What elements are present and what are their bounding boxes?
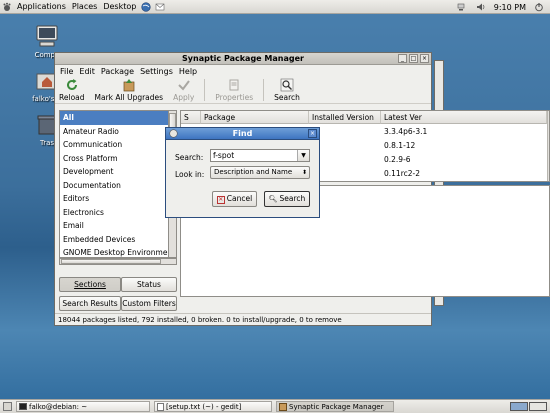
table-cell-latest-version[interactable]: 0.2.9-6: [381, 153, 411, 166]
reload-icon: [66, 79, 77, 90]
apply-check-icon: [177, 80, 190, 91]
reload-button[interactable]: Reload: [59, 78, 85, 103]
sections-list[interactable]: All Amateur Radio Communication Cross Pl…: [59, 110, 172, 258]
section-item[interactable]: Embedded Devices: [60, 233, 171, 247]
places-menu[interactable]: Places: [69, 0, 100, 14]
sections-filter-button[interactable]: Sections: [59, 277, 121, 292]
menu-settings[interactable]: Settings: [137, 67, 176, 76]
search-toolbar-button[interactable]: Search: [274, 78, 300, 103]
find-close-button[interactable]: ×: [308, 129, 317, 138]
scroll-thumb[interactable]: [61, 259, 161, 264]
section-item[interactable]: Email: [60, 219, 171, 233]
synaptic-icon: [279, 402, 287, 411]
menu-package[interactable]: Package: [98, 67, 137, 76]
column-header-package[interactable]: Package: [201, 111, 309, 124]
search-icon: 🔍︎: [268, 195, 278, 203]
upgrade-icon: [123, 79, 135, 92]
toolbar-separator: [204, 79, 206, 101]
toolbar: Reload Mark All Upgrades Apply Propertie…: [55, 77, 431, 104]
window-title: Synaptic Package Manager: [182, 54, 304, 63]
volume-icon[interactable]: [476, 2, 486, 12]
status-bar: 18044 packages listed, 792 installed, 0 …: [55, 313, 431, 325]
synaptic-titlebar[interactable]: Synaptic Package Manager _ □ ×: [55, 53, 431, 65]
find-dialog-title: Find: [232, 129, 253, 138]
terminal-icon: [19, 403, 27, 410]
maximize-button[interactable]: □: [409, 54, 418, 63]
section-item[interactable]: Electronics: [60, 206, 171, 220]
bottom-taskbar: falko@debian: ~ [setup.txt (~) - gedit] …: [0, 399, 550, 413]
lookin-label: Look in:: [175, 170, 205, 179]
menu-edit[interactable]: Edit: [76, 67, 98, 76]
column-header-status[interactable]: S: [181, 111, 201, 124]
section-item[interactable]: Documentation: [60, 179, 171, 193]
section-item[interactable]: Communication: [60, 138, 171, 152]
minimize-button[interactable]: _: [398, 54, 407, 63]
taskbar-item-gedit[interactable]: [setup.txt (~) - gedit]: [154, 401, 272, 412]
column-header-installed-version[interactable]: Installed Version: [309, 111, 381, 124]
cancel-button[interactable]: ✕ Cancel: [212, 191, 257, 207]
mark-all-upgrades-button[interactable]: Mark All Upgrades: [95, 78, 163, 103]
taskbar-item-terminal[interactable]: falko@debian: ~: [16, 401, 150, 412]
workspace-switcher-1[interactable]: [510, 402, 528, 411]
clock[interactable]: 9:10 PM: [494, 3, 526, 12]
show-desktop-icon[interactable]: [3, 402, 12, 411]
properties-icon: [229, 79, 239, 91]
section-item[interactable]: Development: [60, 165, 171, 179]
search-label: Search:: [175, 153, 204, 162]
mail-icon[interactable]: [155, 2, 165, 12]
search-icon: [280, 78, 294, 92]
properties-button[interactable]: Properties: [215, 78, 253, 103]
table-cell-latest-version[interactable]: 0.11rc2-2: [381, 167, 420, 180]
close-button[interactable]: ×: [420, 54, 429, 63]
search-input[interactable]: f-spot ▼: [210, 149, 310, 162]
apply-button[interactable]: Apply: [173, 78, 194, 103]
section-item-all[interactable]: All: [60, 111, 171, 125]
find-titlebar[interactable]: Find ×: [166, 128, 319, 140]
find-dialog: Find × Search: f-spot ▼ Look in: Descrip…: [165, 127, 320, 218]
search-results-filter-button[interactable]: Search Results: [59, 296, 121, 311]
web-browser-icon[interactable]: [141, 1, 151, 12]
network-icon[interactable]: [456, 2, 466, 12]
column-header-latest-version[interactable]: Latest Ver: [381, 111, 547, 124]
taskbar-item-synaptic[interactable]: Synaptic Package Manager: [276, 401, 394, 412]
dialog-app-icon: [169, 129, 178, 142]
computer-icon: [36, 25, 58, 47]
find-search-button[interactable]: 🔍︎ Search: [264, 191, 310, 207]
updown-arrow-icon: ⬍: [301, 169, 307, 176]
table-cell-latest-version[interactable]: 3.3.4p6-3.1: [381, 125, 427, 138]
power-icon[interactable]: [534, 2, 544, 12]
chevron-down-icon[interactable]: ▼: [297, 150, 309, 161]
toolbar-separator: [263, 79, 265, 101]
menu-file[interactable]: File: [57, 67, 76, 76]
status-filter-button[interactable]: Status: [121, 277, 177, 292]
section-item[interactable]: Editors: [60, 192, 171, 206]
custom-filters-button[interactable]: Custom Filters: [121, 296, 177, 311]
section-item[interactable]: Cross Platform: [60, 152, 171, 166]
menu-help[interactable]: Help: [176, 67, 200, 76]
gnome-foot-icon[interactable]: [2, 2, 12, 12]
section-item[interactable]: Amateur Radio: [60, 125, 171, 139]
top-panel: Applications Places Desktop 9:10 PM: [0, 0, 550, 14]
table-cell-latest-version[interactable]: 0.8.1-12: [381, 139, 415, 152]
section-item[interactable]: GNOME Desktop Environment: [60, 246, 171, 257]
text-editor-icon: [157, 402, 164, 411]
applications-menu[interactable]: Applications: [14, 0, 69, 14]
cancel-icon: ✕: [216, 196, 225, 204]
workspace-switcher-2[interactable]: [529, 402, 547, 411]
desktop-menu[interactable]: Desktop: [100, 0, 139, 14]
lookin-select[interactable]: Description and Name ⬍: [210, 166, 310, 179]
sections-horizontal-scrollbar[interactable]: [59, 258, 177, 265]
menubar: File Edit Package Settings Help: [55, 65, 431, 77]
